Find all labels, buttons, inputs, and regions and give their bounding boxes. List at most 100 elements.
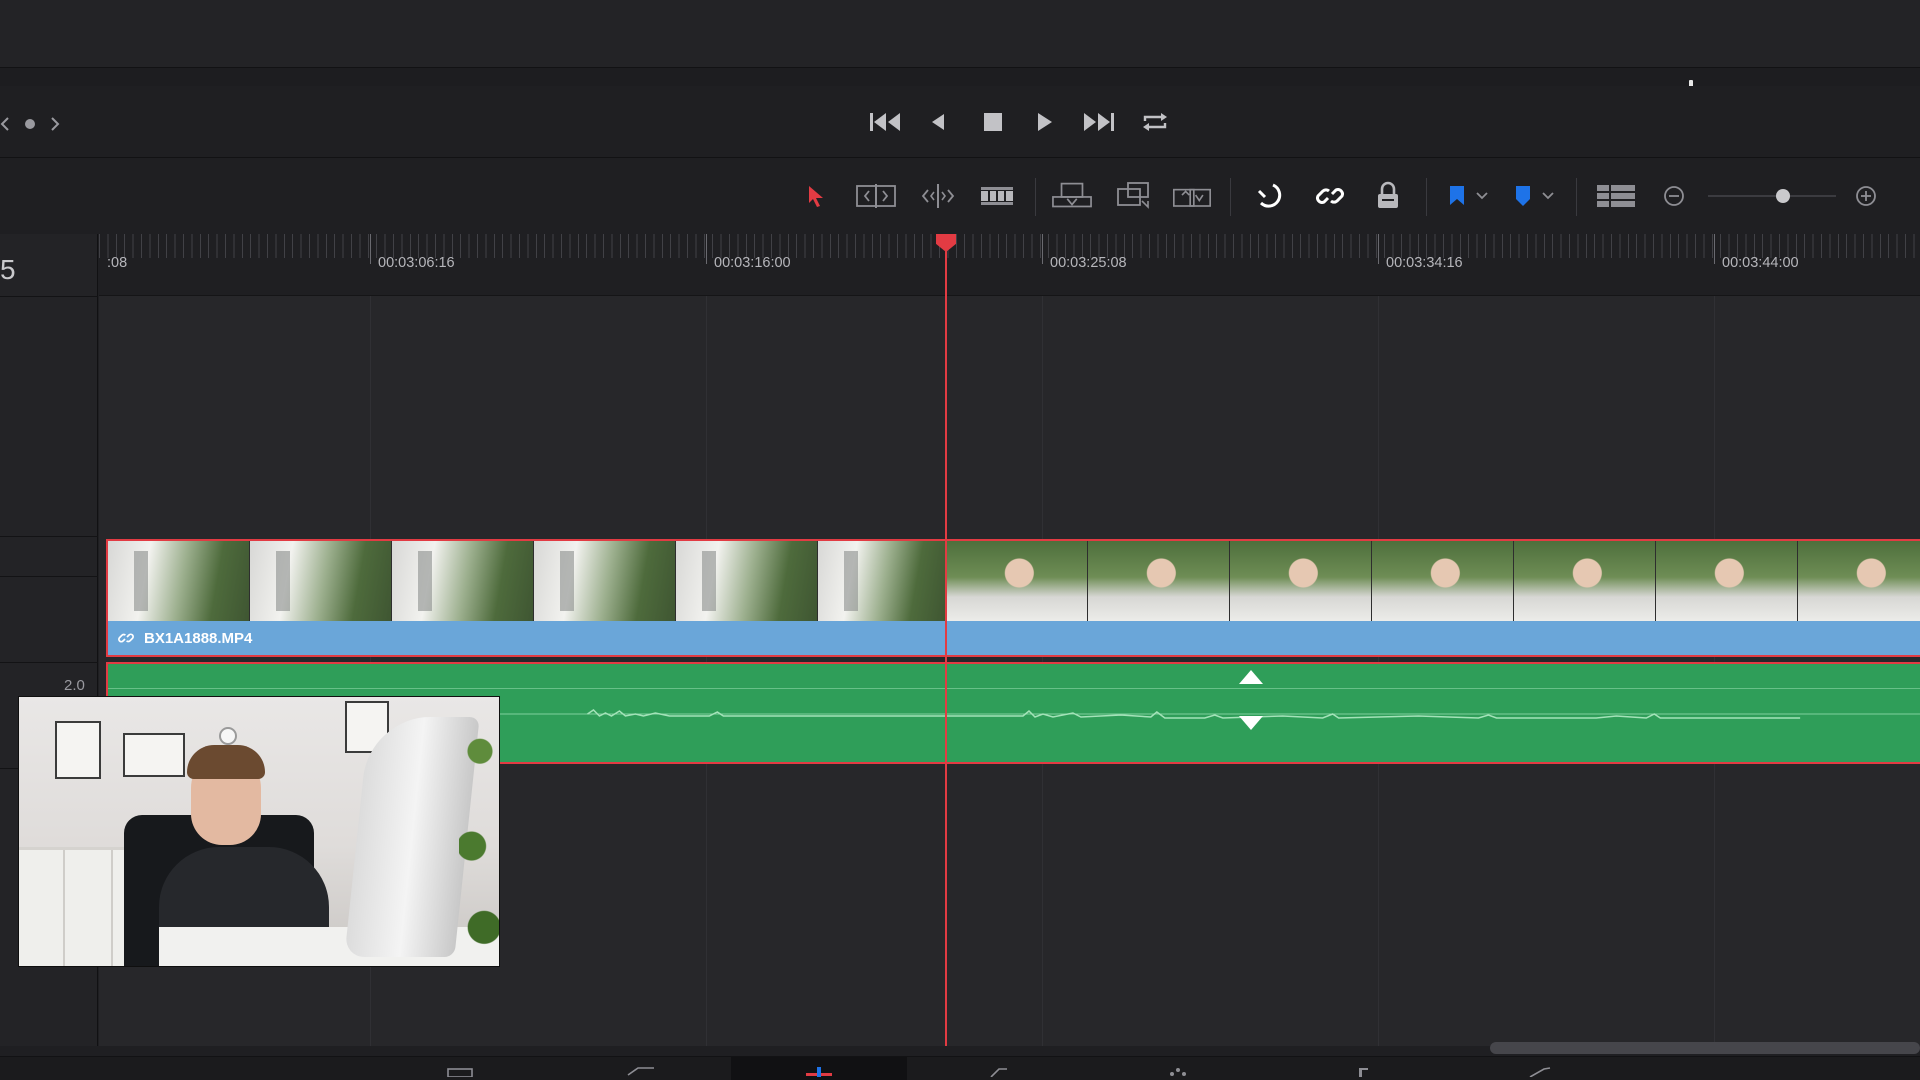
overwrite-clip-icon — [1117, 182, 1149, 209]
toolbar-divider — [1035, 178, 1036, 216]
clip-thumbnail — [946, 541, 1088, 621]
ruler-timecode: 00:03:44:00 — [1722, 255, 1799, 271]
stop-button[interactable] — [974, 106, 1012, 138]
clip-thumbnail — [392, 541, 534, 621]
color-page-tab[interactable] — [1142, 1057, 1212, 1080]
ruler-ticks — [99, 234, 1920, 258]
timeline-horizontal-scrollbar[interactable] — [1490, 1042, 1920, 1054]
ruler-major-tick — [370, 234, 371, 264]
timeline-timecode: 5 — [0, 254, 16, 285]
fairlight-page-tab[interactable] — [1326, 1057, 1396, 1080]
flag-dropdown[interactable] — [1440, 178, 1496, 214]
zoom-in-icon — [1856, 186, 1876, 206]
playhead-line[interactable] — [945, 238, 947, 1046]
clip-thumbnail — [1514, 541, 1656, 621]
zoom-in-button[interactable] — [1848, 178, 1884, 214]
loop-button[interactable] — [1136, 106, 1174, 138]
clip-thumbnail — [1656, 541, 1798, 621]
linked-selection-icon — [1316, 188, 1344, 204]
marker-dropdown[interactable] — [1506, 178, 1562, 214]
skip-to-end-button[interactable] — [1080, 106, 1118, 138]
clip-thumbnail — [1230, 541, 1372, 621]
media-page-icon — [447, 1068, 473, 1077]
clip-thumbnail — [676, 541, 818, 621]
video-clip-label: BX1A1888.MP4 — [108, 621, 1920, 655]
zoom-out-icon — [1664, 186, 1684, 206]
play-button[interactable] — [1026, 106, 1064, 138]
volume-down-handle-icon[interactable] — [1239, 716, 1263, 730]
fairlight-page-icon — [1359, 1068, 1368, 1077]
webcam-overlay — [18, 696, 500, 967]
replace-clip-button[interactable] — [1172, 178, 1212, 214]
selection-mode-button[interactable] — [796, 178, 836, 214]
chevron-right-icon[interactable] — [50, 116, 60, 136]
ruler-major-tick — [1378, 234, 1379, 264]
clip-thumbnail — [108, 541, 250, 621]
zoom-slider-handle[interactable] — [1776, 189, 1790, 203]
plant — [459, 697, 499, 966]
color-page-icon — [1170, 1068, 1186, 1076]
toolbar-divider — [1230, 178, 1231, 216]
clip-thumbnail — [1798, 541, 1920, 621]
timeline-ruler[interactable]: :08 00:03:06:16 00:03:16:00 00:03:25:08 … — [99, 234, 1920, 296]
dot-indicator-icon[interactable] — [24, 117, 36, 135]
page-navigation-bar — [0, 1056, 1920, 1080]
skip-to-end-icon — [1084, 113, 1114, 131]
dynamic-trim-icon — [921, 184, 955, 208]
video-clip-name: BX1A1888.MP4 — [144, 629, 253, 647]
snapping-toggle[interactable] — [1250, 178, 1290, 214]
skip-to-start-button[interactable] — [866, 106, 904, 138]
zoom-out-button[interactable] — [1656, 178, 1692, 214]
deliver-page-tab[interactable] — [1504, 1057, 1574, 1080]
header-divider — [0, 296, 98, 297]
selection-arrow-icon — [809, 186, 823, 207]
ruler-major-tick — [1714, 234, 1715, 264]
linked-selection-toggle[interactable] — [1310, 178, 1350, 214]
insert-clip-button[interactable] — [1052, 178, 1092, 214]
ruler-timecode: 00:03:16:00 — [714, 255, 791, 271]
viewer-scrubber-bar[interactable] — [0, 68, 1920, 96]
wall-photo-frame — [123, 733, 185, 777]
clip-thumbnail — [1372, 541, 1514, 621]
header-divider — [0, 576, 98, 577]
chevron-down-icon — [1476, 192, 1488, 200]
stop-icon — [984, 113, 1002, 131]
cut-page-icon — [627, 1067, 654, 1076]
link-icon — [118, 633, 134, 643]
replace-clip-icon — [1173, 188, 1211, 207]
volume-up-handle-icon[interactable] — [1239, 670, 1263, 684]
chevron-down-icon — [1542, 192, 1554, 200]
position-lock-icon — [1378, 181, 1398, 208]
fusion-page-tab[interactable] — [965, 1057, 1035, 1080]
zoom-slider[interactable] — [1708, 195, 1836, 197]
clip-thumbnail — [534, 541, 676, 621]
audio-volume-line[interactable] — [108, 688, 1920, 689]
presenter-hair — [187, 745, 265, 779]
video-clip-thumbnails — [108, 541, 1920, 621]
chevron-left-icon[interactable] — [0, 116, 10, 136]
toolbar-divider — [1576, 178, 1577, 216]
timeline-view-options-button[interactable] — [1594, 178, 1638, 214]
position-lock-toggle[interactable] — [1368, 178, 1408, 214]
play-icon — [1038, 113, 1052, 131]
flag-icon — [1450, 186, 1464, 205]
marker-icon — [1516, 186, 1530, 206]
ruler-timecode: 00:03:34:16 — [1386, 255, 1463, 271]
clip-thumbnail — [250, 541, 392, 621]
edit-page-tab[interactable] — [731, 1057, 907, 1080]
trim-edit-button[interactable] — [856, 178, 896, 214]
step-back-button[interactable] — [920, 106, 958, 138]
timeline-view-options-icon — [1597, 185, 1635, 207]
dynamic-trim-button[interactable] — [918, 178, 958, 214]
blade-edit-button[interactable] — [977, 178, 1017, 214]
cut-page-tab[interactable] — [606, 1057, 676, 1080]
audio-track-level: 2.0 — [64, 677, 85, 694]
ruler-timecode: 00:03:25:08 — [1050, 255, 1127, 271]
media-page-tab[interactable] — [425, 1057, 495, 1080]
toolbar-divider — [1426, 178, 1427, 216]
transport-controls — [0, 86, 1920, 158]
ruler-timecode-start: :08 — [107, 255, 128, 271]
overwrite-clip-button[interactable] — [1114, 178, 1154, 214]
clip-thumbnail — [818, 541, 946, 621]
video-clip[interactable]: BX1A1888.MP4 — [106, 539, 1920, 657]
